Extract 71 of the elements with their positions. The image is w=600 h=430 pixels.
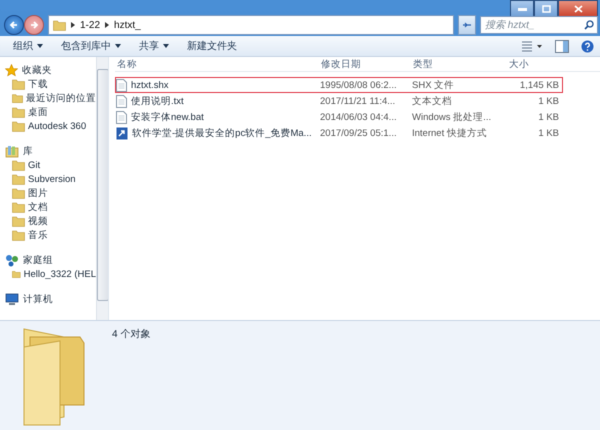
star-icon [5,64,18,76]
sidebar-item[interactable]: 最近访问的位置 [0,91,96,105]
folder-icon [12,268,21,280]
column-header[interactable]: 大小 [507,58,561,70]
computer-icon [5,292,19,306]
column-header[interactable]: 修改日期 [319,58,411,70]
folder-icon [12,215,25,227]
preview-pane-icon[interactable] [555,40,569,52]
sidebar-group[interactable]: 库 [0,144,96,158]
toolbar-button[interactable]: 组织 [6,37,50,55]
maximize-icon [542,5,550,13]
refresh-button[interactable] [458,15,476,35]
document-icon [116,78,127,92]
folder-icon [12,120,25,132]
sidebar-item[interactable]: 桌面 [0,105,96,119]
caret-icon [37,44,43,48]
scrollbar-thumb[interactable] [96,69,108,301]
toolbar-button[interactable]: 包含到库中 [54,37,128,55]
arrow-right-icon [29,20,39,30]
breadcrumb-item[interactable]: 1-22 [80,20,100,30]
file-row[interactable]: hztxt.shx 1995/08/08 06:2... SHX 文件 1,145 KB [115,77,563,93]
close-icon [574,5,582,13]
folder-icon [12,229,25,241]
view-options-icon[interactable] [521,40,543,52]
sidebar-item[interactable]: 下载 [0,77,96,91]
file-row[interactable]: 软件学堂-提供最安全的pc软件_免费Ma... 2017/09/25 05:1... Internet 快捷方式 1 KB [115,125,563,141]
chevron-icon [71,22,75,28]
search-icon [584,20,594,30]
file-row[interactable]: 安装字体new.bat 2014/06/03 04:4... Windows 批处理... 1 KB [115,109,563,125]
folder-icon [12,106,25,118]
sidebar-item[interactable]: Git [0,158,96,172]
folder-icon [12,78,25,90]
sidebar-item[interactable]: 文档 [0,200,96,214]
minimize-icon [518,8,526,10]
item-count-text: 4 个对象 [112,328,150,342]
sidebar-group[interactable]: 收藏夹 [0,63,96,77]
column-header[interactable]: 名称 [115,58,319,70]
toolbar-button[interactable]: 新建文件夹 [180,37,244,55]
sidebar-group[interactable]: 计算机 [0,292,96,306]
caret-icon [115,44,121,48]
sidebar-item[interactable]: 图片 [0,186,96,200]
document-icon [116,94,127,108]
sidebar-item[interactable]: 视频 [0,214,96,228]
forward-button[interactable] [24,15,44,35]
column-header[interactable]: 类型 [411,58,507,70]
folder-icon [53,19,66,31]
shortcut-icon [116,126,128,140]
sidebar-item[interactable]: Subversion [0,172,96,186]
library-icon [5,144,19,158]
folder-icon [12,201,25,213]
sidebar-group[interactable]: 家庭组 [0,253,96,267]
folder-icon [12,187,25,199]
toolbar-button[interactable]: 共享 [132,37,176,55]
arrows-icon [462,21,472,29]
document-icon [116,110,127,124]
folder-icon [12,159,25,171]
address-field[interactable]: 1-22 hztxt_ [48,15,454,35]
folder-icon [12,173,25,185]
file-row[interactable]: 使用说明.txt 2017/11/21 11:4... 文本文档 1 KB [115,93,563,109]
caret-icon [163,44,169,48]
search-field[interactable]: 搜索 hztxt_ [480,16,598,34]
chevron-icon [105,22,110,28]
back-button[interactable] [4,15,24,35]
help-icon[interactable] [581,40,594,52]
sidebar-item[interactable]: Hello_3322 (HEL [0,267,96,281]
sidebar-item[interactable]: Autodesk 360 [0,119,96,133]
folder-icon [12,92,23,104]
breadcrumb-item[interactable]: hztxt_ [114,20,141,30]
network-icon [5,254,19,266]
arrow-left-icon [9,20,19,30]
sidebar-item[interactable]: 音乐 [0,228,96,242]
